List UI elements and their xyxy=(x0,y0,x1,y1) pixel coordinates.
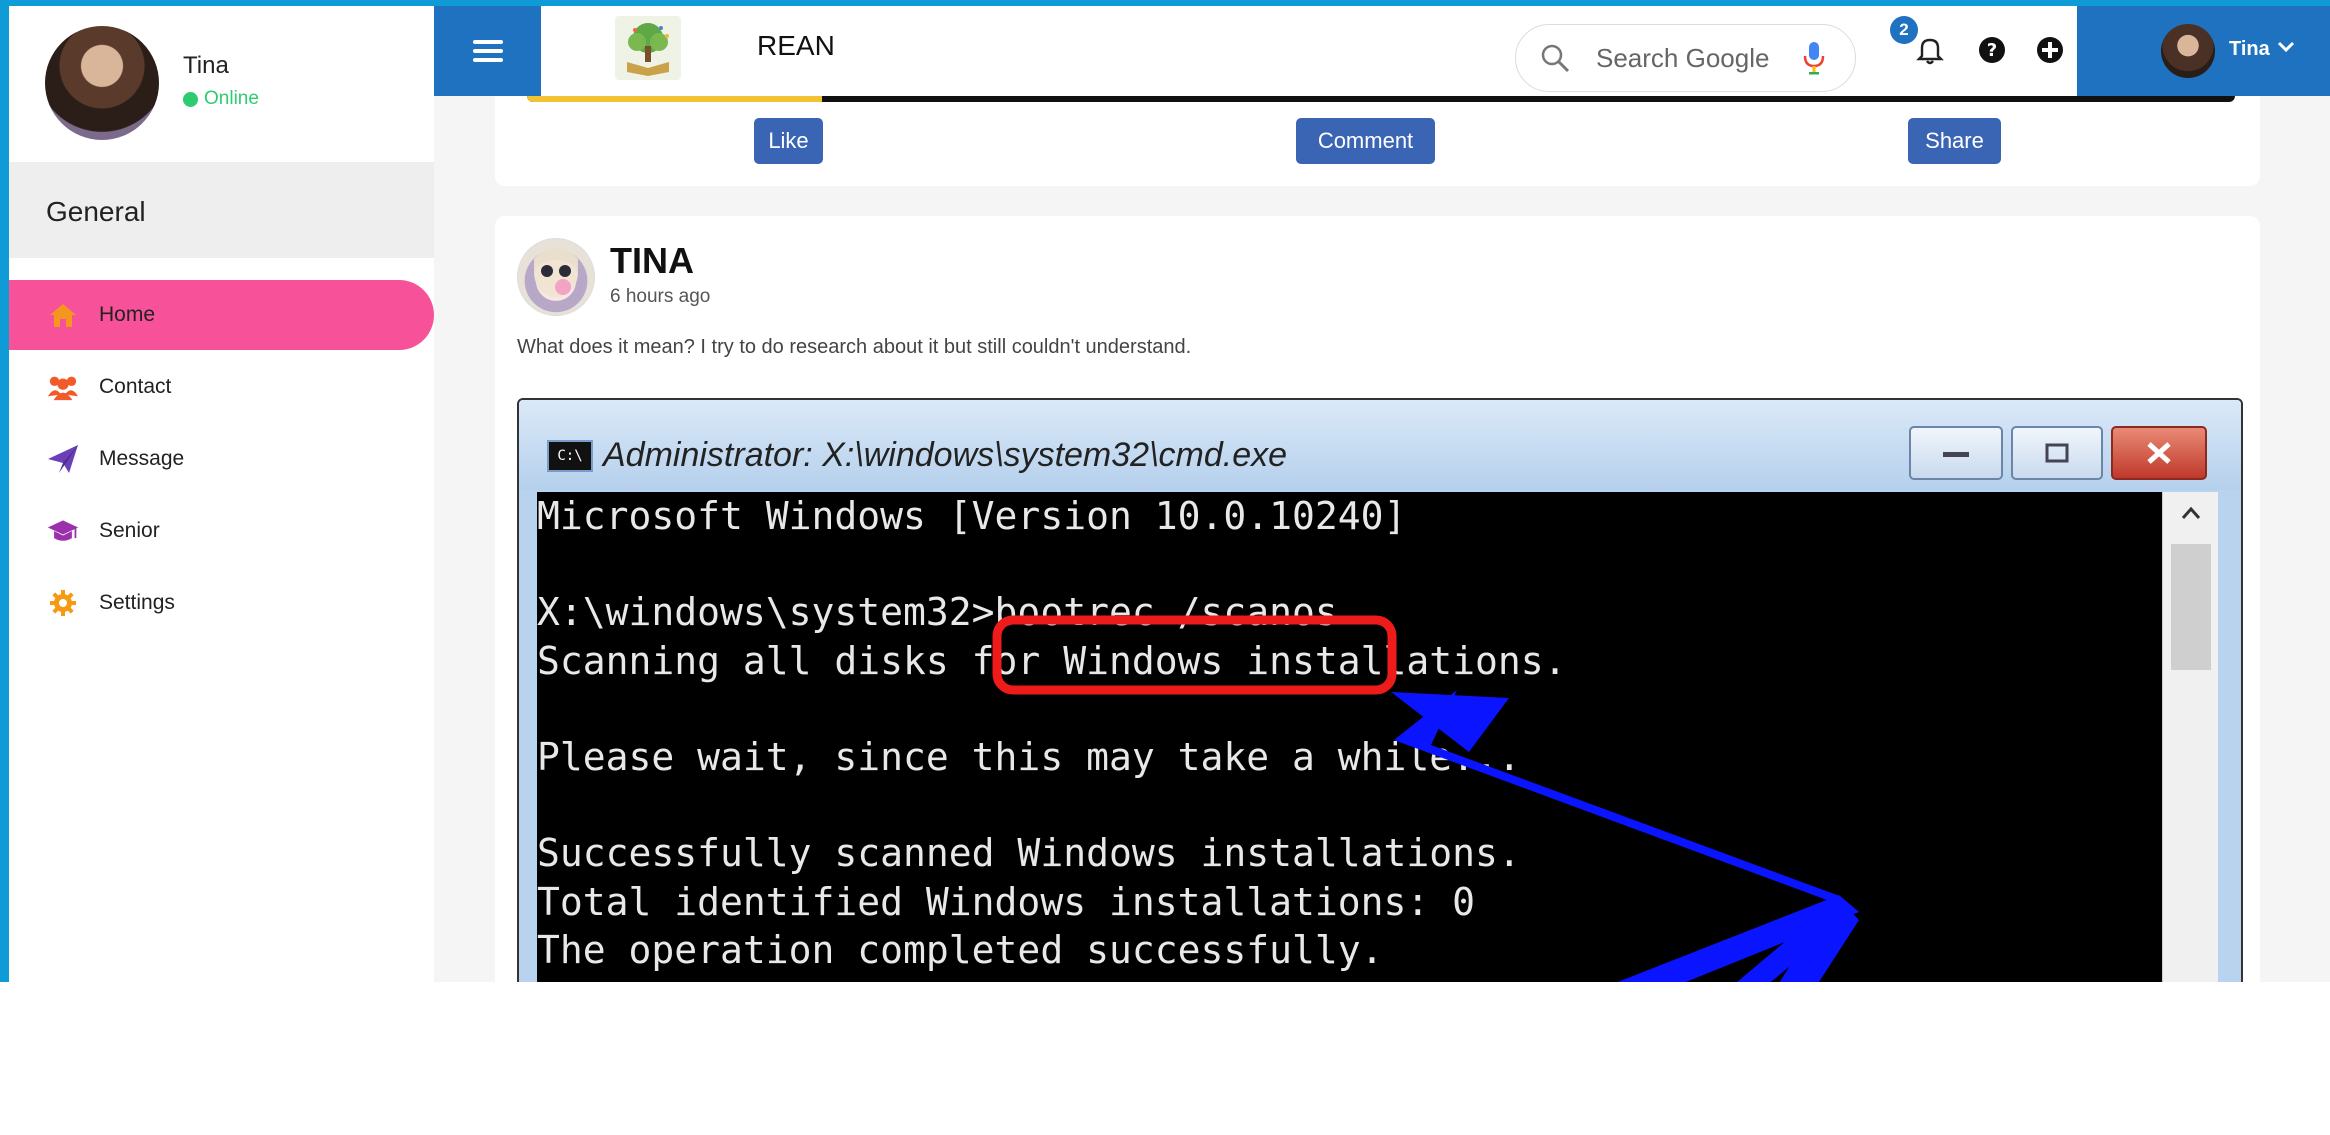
sidebar-item-label: Contact xyxy=(99,375,172,398)
annotation-arrows xyxy=(1391,690,1859,982)
chevron-down-icon xyxy=(2277,41,2295,53)
avatar[interactable] xyxy=(45,26,159,140)
bell-icon[interactable] xyxy=(1916,36,1944,65)
user-name: Tina xyxy=(2229,38,2270,60)
sidebar-item-label: Senior xyxy=(99,519,160,542)
hamburger-icon xyxy=(472,40,503,62)
like-button[interactable]: Like xyxy=(754,118,823,164)
search-box xyxy=(1515,24,1856,92)
graduation-cap-icon xyxy=(47,515,79,547)
sidebar: Tina Online General Home Contact Message xyxy=(9,6,434,1110)
home-icon xyxy=(47,299,79,331)
sidebar-item-label: Home xyxy=(99,303,156,326)
help-icon[interactable]: ? xyxy=(1978,36,2006,64)
highlight-box-scanos xyxy=(992,615,1397,695)
status-text: Online xyxy=(204,88,259,109)
post-timestamp: 6 hours ago xyxy=(610,286,711,307)
post-author-avatar[interactable] xyxy=(517,238,595,316)
section-header: General xyxy=(9,162,434,258)
comment-button[interactable]: Comment xyxy=(1296,118,1435,164)
status-indicator: Online xyxy=(183,88,259,110)
sidebar-item-senior[interactable]: Senior xyxy=(9,496,434,566)
sidebar-item-message[interactable]: Message xyxy=(9,424,434,494)
user-avatar xyxy=(2161,24,2215,78)
previous-post-card: Like Comment Share xyxy=(495,96,2260,186)
share-button[interactable]: Share xyxy=(1908,118,2001,164)
notification-badge: 2 xyxy=(1890,16,1918,44)
post-image[interactable]: C:\ Administrator: X:\windows\system32\c… xyxy=(517,398,2243,982)
user-menu[interactable]: Tina xyxy=(2077,6,2330,96)
sidebar-item-label: Settings xyxy=(99,591,175,614)
app-title: REAN xyxy=(757,30,835,61)
sidebar-item-home[interactable]: Home xyxy=(9,280,434,350)
search-icon[interactable] xyxy=(1540,43,1570,73)
post-author-name[interactable]: TINA xyxy=(610,240,694,282)
sidebar-profile: Tina Online xyxy=(9,6,434,162)
media-progress-fill xyxy=(527,96,822,102)
image-annotations xyxy=(992,615,1859,982)
post-card: TINA 6 hours ago What does it mean? I tr… xyxy=(495,216,2260,982)
search-input[interactable] xyxy=(1594,40,1808,76)
app-logo[interactable] xyxy=(615,16,681,80)
sidebar-item-label: Message xyxy=(99,447,185,470)
post-text: What does it mean? I try to do research … xyxy=(517,336,1192,358)
contacts-icon xyxy=(47,371,79,403)
profile-name: Tina xyxy=(183,52,229,79)
microphone-icon[interactable] xyxy=(1802,41,1826,75)
section-title: General xyxy=(46,196,146,227)
hamburger-menu-button[interactable] xyxy=(434,6,541,96)
sidebar-item-settings[interactable]: Settings xyxy=(9,568,434,638)
add-icon[interactable] xyxy=(2036,36,2064,64)
svg-text:?: ? xyxy=(1987,40,1997,61)
gear-icon xyxy=(47,587,79,619)
sidebar-item-contact[interactable]: Contact xyxy=(9,352,434,422)
online-dot-icon xyxy=(183,91,198,107)
paper-plane-icon xyxy=(47,443,79,475)
